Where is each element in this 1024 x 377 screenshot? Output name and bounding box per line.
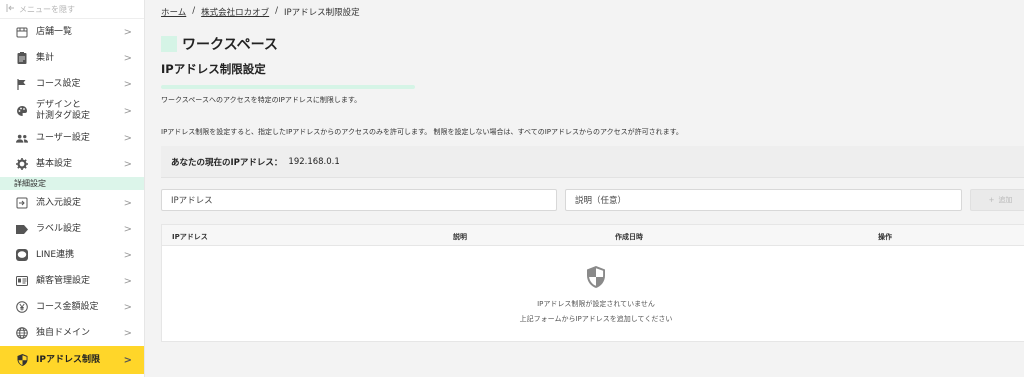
- chevron-right-icon: >: [123, 223, 132, 235]
- chevron-right-icon: >: [123, 249, 132, 261]
- breadcrumb-current: IPアドレス制限設定: [284, 8, 360, 18]
- gear-icon: [16, 158, 28, 170]
- chevron-right-icon: >: [123, 327, 132, 339]
- collapse-icon: [6, 4, 15, 14]
- chevron-right-icon: >: [123, 158, 132, 170]
- sidebar-item-label: ラベル設定: [36, 223, 82, 234]
- workspace-title: ワークスペース: [182, 37, 278, 53]
- sidebar-item-label: 集計: [36, 52, 55, 63]
- sidebar-item-label: コース設定: [36, 78, 81, 89]
- palette-icon: [16, 105, 28, 117]
- sidebar-item-line[interactable]: LINE連携 >: [0, 242, 144, 268]
- chevron-right-icon: >: [123, 132, 132, 144]
- users-icon: [16, 132, 28, 144]
- sidebar-item-label: 顧客管理設定: [36, 275, 91, 286]
- column-header-actions: 操作: [878, 233, 892, 241]
- workspace-marker: [161, 36, 177, 52]
- empty-state-hint: 上記フォームからIPアドレスを追加してください: [519, 315, 673, 323]
- sidebar-item-label: デザインと 計測タグ設定: [36, 100, 91, 121]
- chevron-right-icon: >: [123, 197, 132, 209]
- breadcrumb-separator: /: [275, 6, 279, 16]
- main-content: ホーム / 株式会社ロカオブ / IPアドレス制限設定 ワークスペース IPアド…: [161, 0, 1024, 377]
- login-icon: [16, 197, 28, 209]
- chevron-right-icon: >: [123, 26, 132, 38]
- sidebar-item-stats[interactable]: 集計 >: [0, 45, 144, 71]
- current-ip-value: 192.168.0.1: [288, 156, 340, 167]
- current-ip-panel: あなたの現在のIPアドレス： 192.168.0.1: [161, 146, 1024, 178]
- restriction-note: IPアドレス制限を設定すると、指定したIPアドレスからのアクセスのみを許可します…: [161, 128, 683, 136]
- empty-state: IPアドレス制限が設定されていません 上記フォームからIPアドレスを追加してくだ…: [162, 265, 1024, 327]
- sidebar-item-label: コース金額設定: [36, 301, 99, 312]
- sidebar-item-referrer[interactable]: 流入元設定 >: [0, 190, 144, 216]
- plus-icon: +: [988, 196, 995, 204]
- store-icon: [16, 26, 28, 38]
- sidebar-item-basic[interactable]: 基本設定 >: [0, 151, 144, 177]
- add-button-label: 追加: [998, 196, 1013, 204]
- chevron-right-icon: >: [123, 52, 132, 64]
- sidebar-item-domain[interactable]: 独自ドメイン >: [0, 320, 144, 346]
- page-title: IPアドレス制限設定: [161, 62, 266, 76]
- workspace-header: ワークスペース: [161, 34, 278, 54]
- breadcrumb-separator: /: [192, 6, 196, 16]
- breadcrumb: ホーム / 株式会社ロカオブ / IPアドレス制限設定: [161, 6, 360, 18]
- sidebar-item-users[interactable]: ユーザー設定 >: [0, 125, 144, 151]
- title-underline: [161, 85, 415, 89]
- chevron-right-icon: >: [123, 78, 132, 90]
- breadcrumb-home-link[interactable]: ホーム: [161, 6, 186, 18]
- empty-state-title: IPアドレス制限が設定されていません: [537, 300, 655, 308]
- sidebar-item-label: IPアドレス制限: [36, 354, 100, 365]
- sidebar-item-customer[interactable]: 顧客管理設定 >: [0, 268, 144, 294]
- globe-icon: [16, 327, 28, 339]
- sidebar-item-stores[interactable]: 店舗一覧 >: [0, 19, 144, 45]
- page-description: ワークスペースへのアクセスを特定のIPアドレスに制限します。: [161, 96, 362, 104]
- flag-icon: [16, 78, 28, 90]
- shield-icon: [16, 354, 28, 366]
- sidebar-item-label: 基本設定: [36, 158, 73, 169]
- sidebar-item-label: 独自ドメイン: [36, 327, 91, 338]
- chevron-right-icon: >: [123, 275, 132, 287]
- sidebar-section-detail: 詳細設定: [0, 177, 144, 190]
- label-icon: [16, 223, 28, 235]
- sidebar-item-labels[interactable]: ラベル設定 >: [0, 216, 144, 242]
- sidebar: メニューを隠す 店舗一覧 > 集計 > コース設定 > デザインと 計測タグ設定 …: [0, 0, 145, 377]
- sidebar-item-label: LINE連携: [36, 249, 75, 260]
- chevron-right-icon: >: [123, 105, 132, 117]
- sidebar-item-label: ユーザー設定: [36, 132, 90, 143]
- hide-menu-button[interactable]: メニューを隠す: [0, 0, 144, 19]
- breadcrumb-company-link[interactable]: 株式会社ロカオブ: [201, 6, 269, 18]
- table-header: IPアドレス 説明 作成日時 操作: [162, 225, 1024, 246]
- yen-icon: [16, 301, 28, 313]
- line-icon: [16, 249, 28, 261]
- sidebar-item-ip-restriction[interactable]: IPアドレス制限 >: [0, 346, 144, 374]
- description-input[interactable]: 説明（任意）: [565, 189, 962, 211]
- id-card-icon: [16, 275, 28, 287]
- hide-menu-label: メニューを隠す: [19, 4, 75, 14]
- clipboard-icon: [16, 52, 28, 64]
- sidebar-item-design[interactable]: デザインと 計測タグ設定 >: [0, 97, 144, 125]
- column-header-description: 説明: [453, 233, 467, 241]
- chevron-right-icon: >: [123, 301, 132, 313]
- sidebar-item-label: 店舗一覧: [36, 26, 73, 37]
- shield-icon: [587, 266, 605, 288]
- sidebar-item-price[interactable]: コース金額設定 >: [0, 294, 144, 320]
- column-header-ip: IPアドレス: [172, 233, 208, 241]
- ip-address-input[interactable]: IPアドレス: [161, 189, 557, 211]
- sidebar-item-label: 流入元設定: [36, 197, 82, 208]
- current-ip-label: あなたの現在のIPアドレス：: [171, 157, 283, 168]
- sidebar-item-course[interactable]: コース設定 >: [0, 71, 144, 97]
- column-header-created: 作成日時: [615, 233, 643, 241]
- add-button[interactable]: + 追加: [970, 189, 1024, 211]
- chevron-right-icon: >: [123, 354, 132, 366]
- ip-table: IPアドレス 説明 作成日時 操作 IPアドレス制限が設定されていません 上記フ…: [161, 224, 1024, 342]
